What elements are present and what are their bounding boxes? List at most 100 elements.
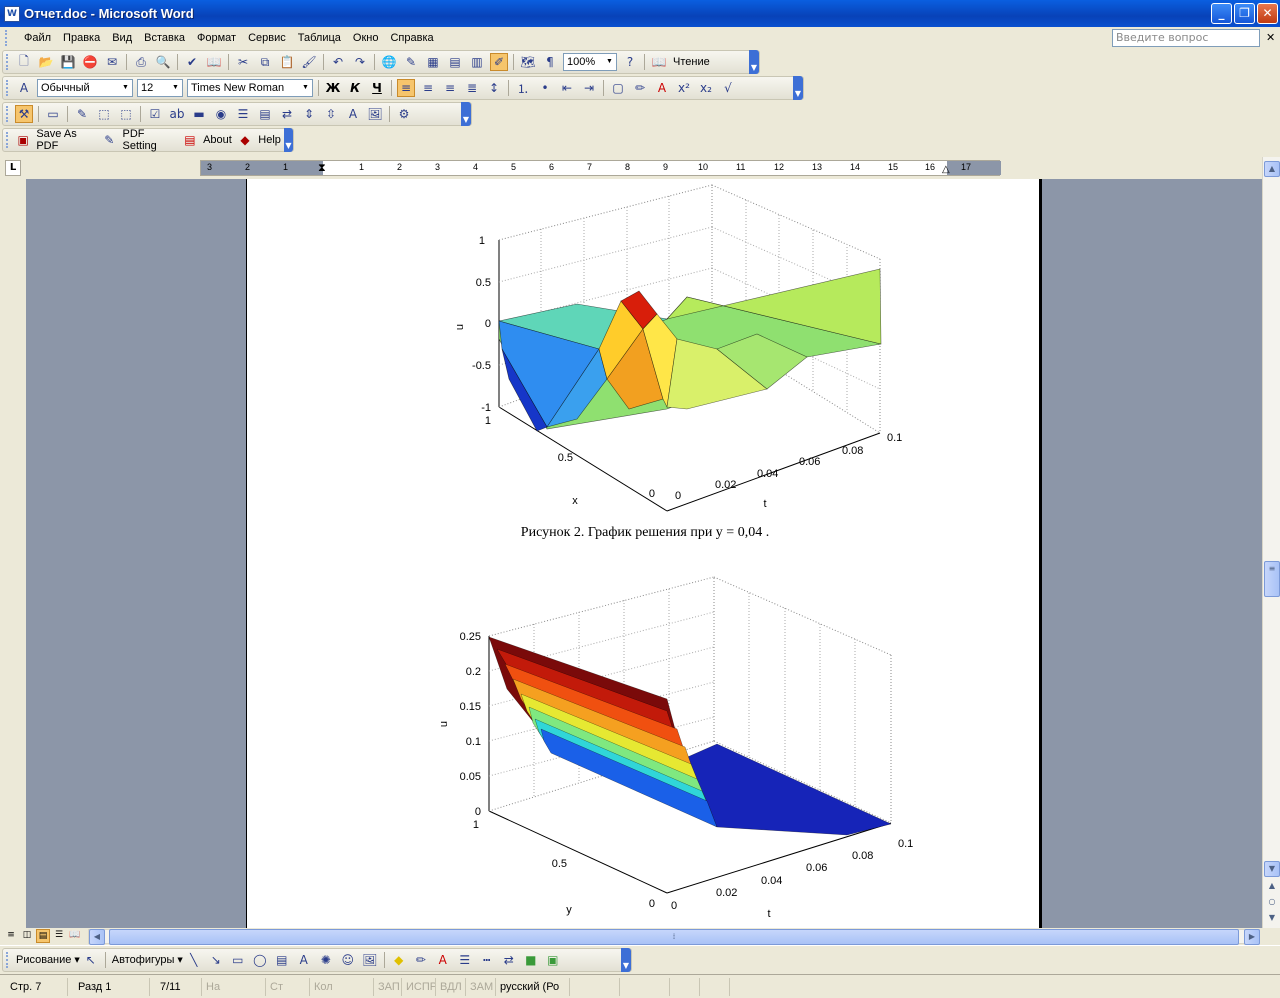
oval-icon[interactable]: ◯ xyxy=(251,951,269,969)
chevron-down-icon[interactable]: ▼ xyxy=(604,54,615,70)
toolbar-grip[interactable] xyxy=(6,80,9,96)
paste-icon[interactable]: 📋 xyxy=(278,53,296,71)
status-track-changes[interactable]: ИСПР xyxy=(402,977,436,996)
shadow-icon[interactable]: ■ xyxy=(522,951,540,969)
label-icon[interactable]: A xyxy=(344,105,362,123)
styles-icon[interactable]: A xyxy=(15,79,33,97)
about-button[interactable]: About xyxy=(203,134,232,146)
help-search-input[interactable]: Введите вопрос xyxy=(1112,29,1260,47)
borders-icon[interactable]: ▢ xyxy=(609,79,627,97)
right-indent-marker[interactable]: △ xyxy=(942,164,950,175)
autoshapes-button[interactable]: Автофигуры xyxy=(112,954,175,966)
redo-icon[interactable]: ↷ xyxy=(351,53,369,71)
document-page[interactable]: 1 0.5 0 -0.5 -1 u 1 0.5 0 x 0 0.02 0.04 … xyxy=(246,179,1042,928)
web-view-icon[interactable]: ◫ xyxy=(20,929,34,943)
help-button[interactable]: Help xyxy=(258,134,281,146)
line-spacing-icon[interactable]: ↕ xyxy=(485,79,503,97)
numbering-icon[interactable]: ⒈ xyxy=(514,79,532,97)
tab-selector[interactable]: L xyxy=(5,160,21,176)
read-icon[interactable]: 📖 xyxy=(650,53,668,71)
chevron-down-icon[interactable]: ▼ xyxy=(120,80,131,96)
print-icon[interactable]: ⎙ xyxy=(132,53,150,71)
more-controls-icon[interactable]: ⚙ xyxy=(395,105,413,123)
arrow-icon[interactable]: ↘ xyxy=(207,951,225,969)
font-size-select[interactable]: 12 ▼ xyxy=(137,79,183,97)
reading-view-icon[interactable]: 📖 xyxy=(68,929,82,943)
combobox-icon[interactable]: ▤ xyxy=(256,105,274,123)
align-left-icon[interactable]: ≡ xyxy=(397,79,415,97)
scroll-up-icon[interactable]: ▲ xyxy=(1264,161,1280,177)
menu-insert[interactable]: Вставка xyxy=(138,32,191,44)
fill-color-icon[interactable]: ◆ xyxy=(390,951,408,969)
menu-window[interactable]: Окно xyxy=(347,32,385,44)
status-extend[interactable]: ВДЛ xyxy=(436,977,466,996)
pdf-setting-icon[interactable]: ✎ xyxy=(101,131,117,149)
increase-indent-icon[interactable]: ⇥ xyxy=(580,79,598,97)
font-color-icon[interactable]: A xyxy=(653,79,671,97)
text-box-icon[interactable]: ▤ xyxy=(273,951,291,969)
justify-icon[interactable]: ≣ xyxy=(463,79,481,97)
design-mode-icon[interactable]: ⚒ xyxy=(15,105,33,123)
previous-page-icon[interactable]: ▲ xyxy=(1264,879,1280,895)
toolbar-options-icon[interactable]: ▼ xyxy=(793,76,803,100)
menu-help[interactable]: Справка xyxy=(384,32,439,44)
toolbar-options-icon[interactable]: ▼ xyxy=(461,102,471,126)
decrease-indent-icon[interactable]: ⇤ xyxy=(558,79,576,97)
form-field-icon[interactable]: ⬚ xyxy=(117,105,135,123)
open-folder-icon[interactable]: 📂 xyxy=(37,53,55,71)
undo-icon[interactable]: ↶ xyxy=(329,53,347,71)
document-close-icon[interactable]: ✕ xyxy=(1266,31,1275,44)
chevron-down-icon[interactable]: ▼ xyxy=(170,80,181,96)
toolbar-grip[interactable] xyxy=(6,132,9,148)
help-book-icon[interactable]: ◆ xyxy=(237,131,253,149)
select-objects-icon[interactable]: ↖ xyxy=(82,951,100,969)
font-select[interactable]: Times New Roman ▼ xyxy=(187,79,313,97)
subscript-icon[interactable]: x₂ xyxy=(697,79,715,97)
status-language[interactable]: русский (Ро xyxy=(496,977,570,996)
draw-menu-button[interactable]: Рисование xyxy=(16,954,71,966)
outline-view-icon[interactable]: ☰ xyxy=(52,929,66,943)
properties-icon[interactable]: ▭ xyxy=(44,105,62,123)
status-overtype[interactable]: ЗАМ xyxy=(466,977,496,996)
save-as-pdf-button[interactable]: Save As PDF xyxy=(36,128,96,152)
superscript-icon[interactable]: x² xyxy=(675,79,693,97)
checkbox-icon[interactable]: ☑ xyxy=(146,105,164,123)
style-select[interactable]: Обычный ▼ xyxy=(37,79,133,97)
document-map-icon[interactable]: 🗺 xyxy=(519,53,537,71)
horizontal-scroll-thumb[interactable]: ⁞ xyxy=(109,929,1239,945)
normal-view-icon[interactable]: ≡ xyxy=(4,929,18,943)
edit-icon[interactable]: ✎ xyxy=(73,105,91,123)
highlight-icon[interactable]: ✏ xyxy=(631,79,649,97)
print-preview-icon[interactable]: 🔍 xyxy=(154,53,172,71)
dash-style-icon[interactable]: ┅ xyxy=(478,951,496,969)
insert-excel-icon[interactable]: ▤ xyxy=(446,53,464,71)
align-right-icon[interactable]: ≡ xyxy=(441,79,459,97)
menu-table[interactable]: Таблица xyxy=(292,32,347,44)
menu-file[interactable]: Файл xyxy=(18,32,57,44)
wordart-icon[interactable]: A xyxy=(295,951,313,969)
minimize-button[interactable]: _ xyxy=(1211,3,1232,24)
align-center-icon[interactable]: ≡ xyxy=(419,79,437,97)
next-page-icon[interactable]: ▼ xyxy=(1264,911,1280,927)
drawing-icon[interactable]: ✐ xyxy=(490,53,508,71)
3d-icon[interactable]: ▣ xyxy=(544,951,562,969)
horizontal-ruler[interactable]: 3 2 1 1 2 3 4 5 6 7 8 9 10 11 12 13 14 1… xyxy=(200,160,1001,176)
scroll-thumb[interactable]: ≡ xyxy=(1264,561,1280,597)
bold-button[interactable]: Ж xyxy=(324,79,342,97)
restore-button[interactable]: ❐ xyxy=(1234,3,1255,24)
font-color-icon[interactable]: A xyxy=(434,951,452,969)
menu-grip[interactable] xyxy=(5,30,10,46)
toolbar-grip[interactable] xyxy=(6,952,9,968)
toolbar-grip[interactable] xyxy=(6,54,9,70)
save-pdf-icon[interactable]: ▣ xyxy=(15,131,31,149)
chevron-down-icon[interactable]: ▼ xyxy=(177,956,182,964)
insert-table-icon[interactable]: ▦ xyxy=(424,53,442,71)
show-hide-icon[interactable]: ¶ xyxy=(541,53,559,71)
mail-icon[interactable]: ✉ xyxy=(103,53,121,71)
tables-borders-icon[interactable]: ✎ xyxy=(402,53,420,71)
arrow-style-icon[interactable]: ⇄ xyxy=(500,951,518,969)
menu-format[interactable]: Формат xyxy=(191,32,242,44)
menu-edit[interactable]: Правка xyxy=(57,32,106,44)
left-indent-marker[interactable]: ⧗ xyxy=(318,161,326,175)
vertical-scrollbar[interactable]: ▲ ≡ ▼ ▲ ○ ▼ xyxy=(1262,157,1280,928)
